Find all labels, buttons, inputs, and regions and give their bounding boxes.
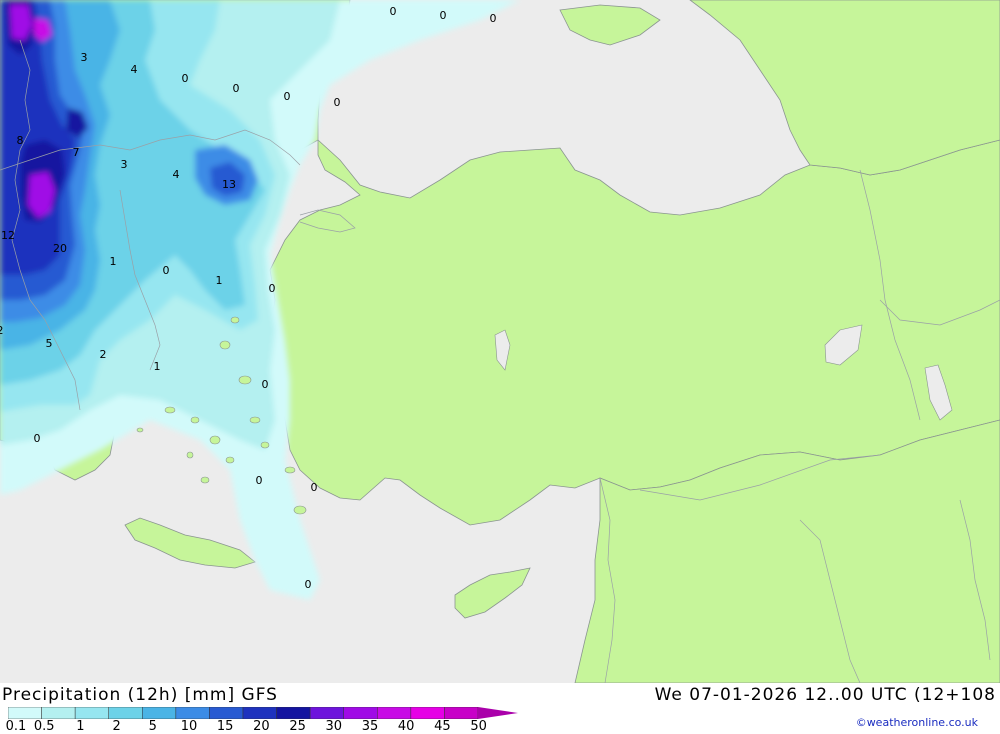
map-title: Precipitation (12h) [mm] GFS [2,685,278,705]
precip-value-label: 0 [390,5,397,18]
legend-tick-label: 5 [148,719,157,734]
precip-value-label: 0 [284,90,291,103]
precip-value-label: 13 [222,178,236,191]
legend-tick-label: 25 [289,719,306,734]
legend-swatch [74,707,109,719]
legend-tick-label: 50 [470,719,487,734]
legend-swatch [108,707,143,719]
precip-value-label: 5 [46,337,53,350]
precip-value-label: 0 [311,481,318,494]
legend-tick-label: 1 [76,719,85,734]
legend-swatch [242,707,277,719]
legend-tick-label: 30 [325,719,343,734]
legend-swatch [343,707,378,719]
legend-swatch [41,707,76,719]
legend-tick-label: 0.5 [33,719,55,734]
legend-tick-label: 15 [216,719,234,734]
precip-value-label: 0 [256,474,263,487]
precip-value-label: 0 [233,82,240,95]
legend-swatch [209,707,244,719]
precip-value-label: 0 [163,264,170,277]
precip-value-label: 12 [1,229,15,242]
legend-tick-label: 10 [180,719,198,734]
precip-value-label: 3 [121,158,128,171]
legend-tick-label: 35 [361,719,379,734]
precip-value-label: 1 [154,360,161,373]
precip-value-label: 0 [334,96,341,109]
legend-tick-label: 20 [253,719,270,734]
precip-value-label: 0 [440,9,447,22]
legend-swatch [276,707,311,719]
legend-tick-label: 40 [397,719,415,734]
precip-value-label: 0 [269,282,276,295]
map-datetime: We 07-01-2026 12..00 UTC (12+108 [654,685,996,705]
precip-value-label: 1 [110,255,117,268]
precip-value-label: 4 [131,63,138,76]
precip-value-label: 0 [34,432,41,445]
legend-tick-label: 0.1 [5,719,27,734]
color-legend [8,707,518,719]
precip-value-label: 0 [490,12,497,25]
credit-link[interactable]: ©weatheronline.co.uk [856,716,978,729]
legend-swatch [8,707,42,719]
legend-swatch [377,707,412,719]
precip-value-label: 20 [53,242,67,255]
legend-swatch [444,707,479,719]
legend-tick-label: 2 [112,719,121,734]
legend-tick-labels: 0.1 0.5 1 2 5 10 15 20 25 30 35 40 45 50 [0,719,520,734]
precipitation-map: 0 0 0 3 4 0 0 0 0 8 7 3 4 13 12 20 1 0 1 0 2 5 2 1 0 0 0 0 0 [0,0,1000,683]
precip-value-label: 0 [262,378,269,391]
precip-value-label: 4 [173,168,180,181]
precip-value-label: 2 [0,324,4,337]
legend-swatch [410,707,445,719]
legend-swatch [175,707,210,719]
precip-value-label: 3 [81,51,88,64]
precip-value-label: 0 [305,578,312,591]
legend-swatch [309,707,344,719]
legend-overflow-arrow [478,707,518,719]
legend-swatch [142,707,177,719]
precip-value-label: 7 [73,146,80,159]
precip-value-label: 8 [17,134,24,147]
legend-tick-label: 45 [434,719,451,734]
precip-value-label: 2 [100,348,107,361]
precip-value-label: 0 [182,72,189,85]
precip-value-label: 1 [216,274,223,287]
